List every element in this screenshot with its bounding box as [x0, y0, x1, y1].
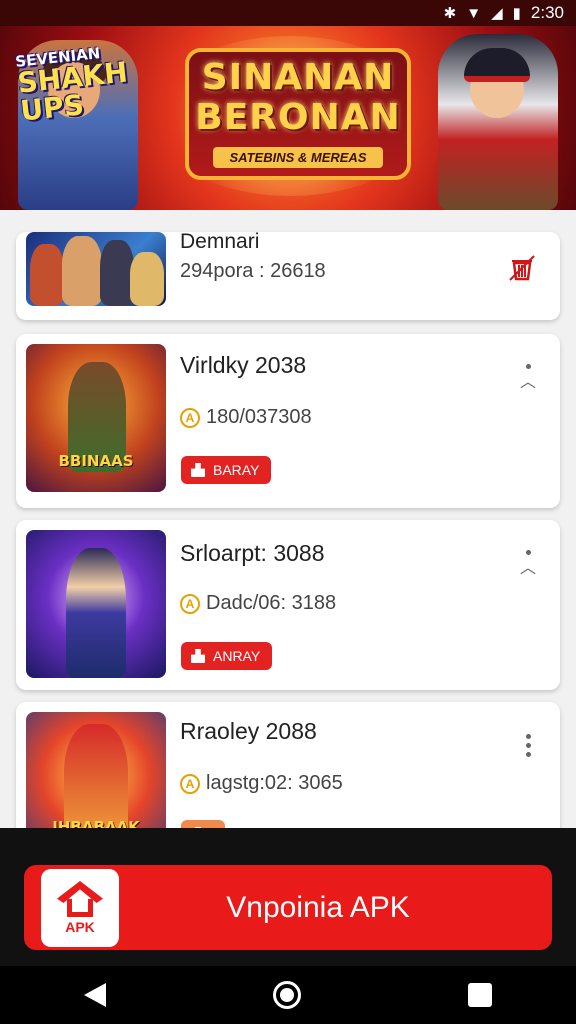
clock-icon: A [180, 593, 200, 614]
clock-icon: A [180, 773, 200, 794]
banner-title-line1: SINANAN [201, 57, 395, 98]
game-card[interactable]: BBINAAS Virldky 2038 A 180/037308 BARAY … [16, 334, 560, 508]
game-title: Srloarpt: 3088 [180, 540, 325, 566]
game-meta: A lagstg:02: 3065 [180, 772, 343, 795]
game-thumbnail [26, 530, 166, 678]
game-title: Demnari [180, 232, 260, 253]
game-card[interactable]: Demnari 294pora : 26618 [16, 232, 560, 320]
download-apk-button[interactable]: APK Vnpoinia APK [24, 865, 552, 950]
game-meta: A Dadc/06: 3188 [180, 592, 336, 615]
banner-subtitle: SATEBINS & MEREAS [213, 147, 383, 169]
banner-title: SINANAN BERONAN SATEBINS & MEREAS [185, 40, 411, 204]
game-title: Rraoley 2088 [180, 718, 317, 744]
game-tag[interactable]: BARAY [181, 456, 272, 484]
tag-icon [191, 649, 205, 663]
back-icon[interactable] [83, 983, 106, 1007]
wifi-icon: ▼ [466, 4, 482, 22]
status-bar: ✱ ▼ ◢ ▮ 2:30 [0, 0, 576, 26]
clock-icon: A [180, 407, 200, 428]
status-time: 2:30 [530, 3, 564, 22]
banner-left-logo: SEVENIAN SHAKH UPS [14, 44, 130, 128]
game-thumbnail: BBINAAS [26, 344, 166, 492]
banner-title-line2: BERONAN [195, 97, 401, 138]
game-thumbnail [26, 232, 166, 306]
trash-icon[interactable] [504, 250, 540, 286]
bluetooth-icon: ✱ [443, 4, 457, 22]
more-vert-icon[interactable] [516, 734, 540, 757]
game-card[interactable]: Srloarpt: 3088 A Dadc/06: 3188 ANRAY ︿ [16, 520, 560, 690]
tag-icon [191, 463, 205, 477]
game-meta: A 180/037308 [180, 406, 312, 429]
game-title: Virldky 2038 [180, 352, 307, 378]
more-vert-icon[interactable]: ︿ [516, 364, 540, 391]
system-nav-bar [0, 966, 576, 1024]
recents-icon[interactable] [468, 983, 493, 1007]
more-vert-icon[interactable]: ︿ [516, 550, 540, 577]
apk-button-label: Vnpoinia APK [226, 890, 410, 924]
signal-icon: ◢ [491, 4, 503, 22]
banner-hero-right [438, 34, 558, 210]
game-tag[interactable]: ANRAY [181, 642, 273, 670]
home-icon[interactable] [272, 981, 301, 1009]
promo-banner[interactable]: SEVENIAN SHAKH UPS SINANAN BERONAN SATEB… [0, 26, 576, 210]
battery-icon: ▮ [512, 4, 521, 22]
game-meta: 294pora : 26618 [180, 260, 326, 282]
